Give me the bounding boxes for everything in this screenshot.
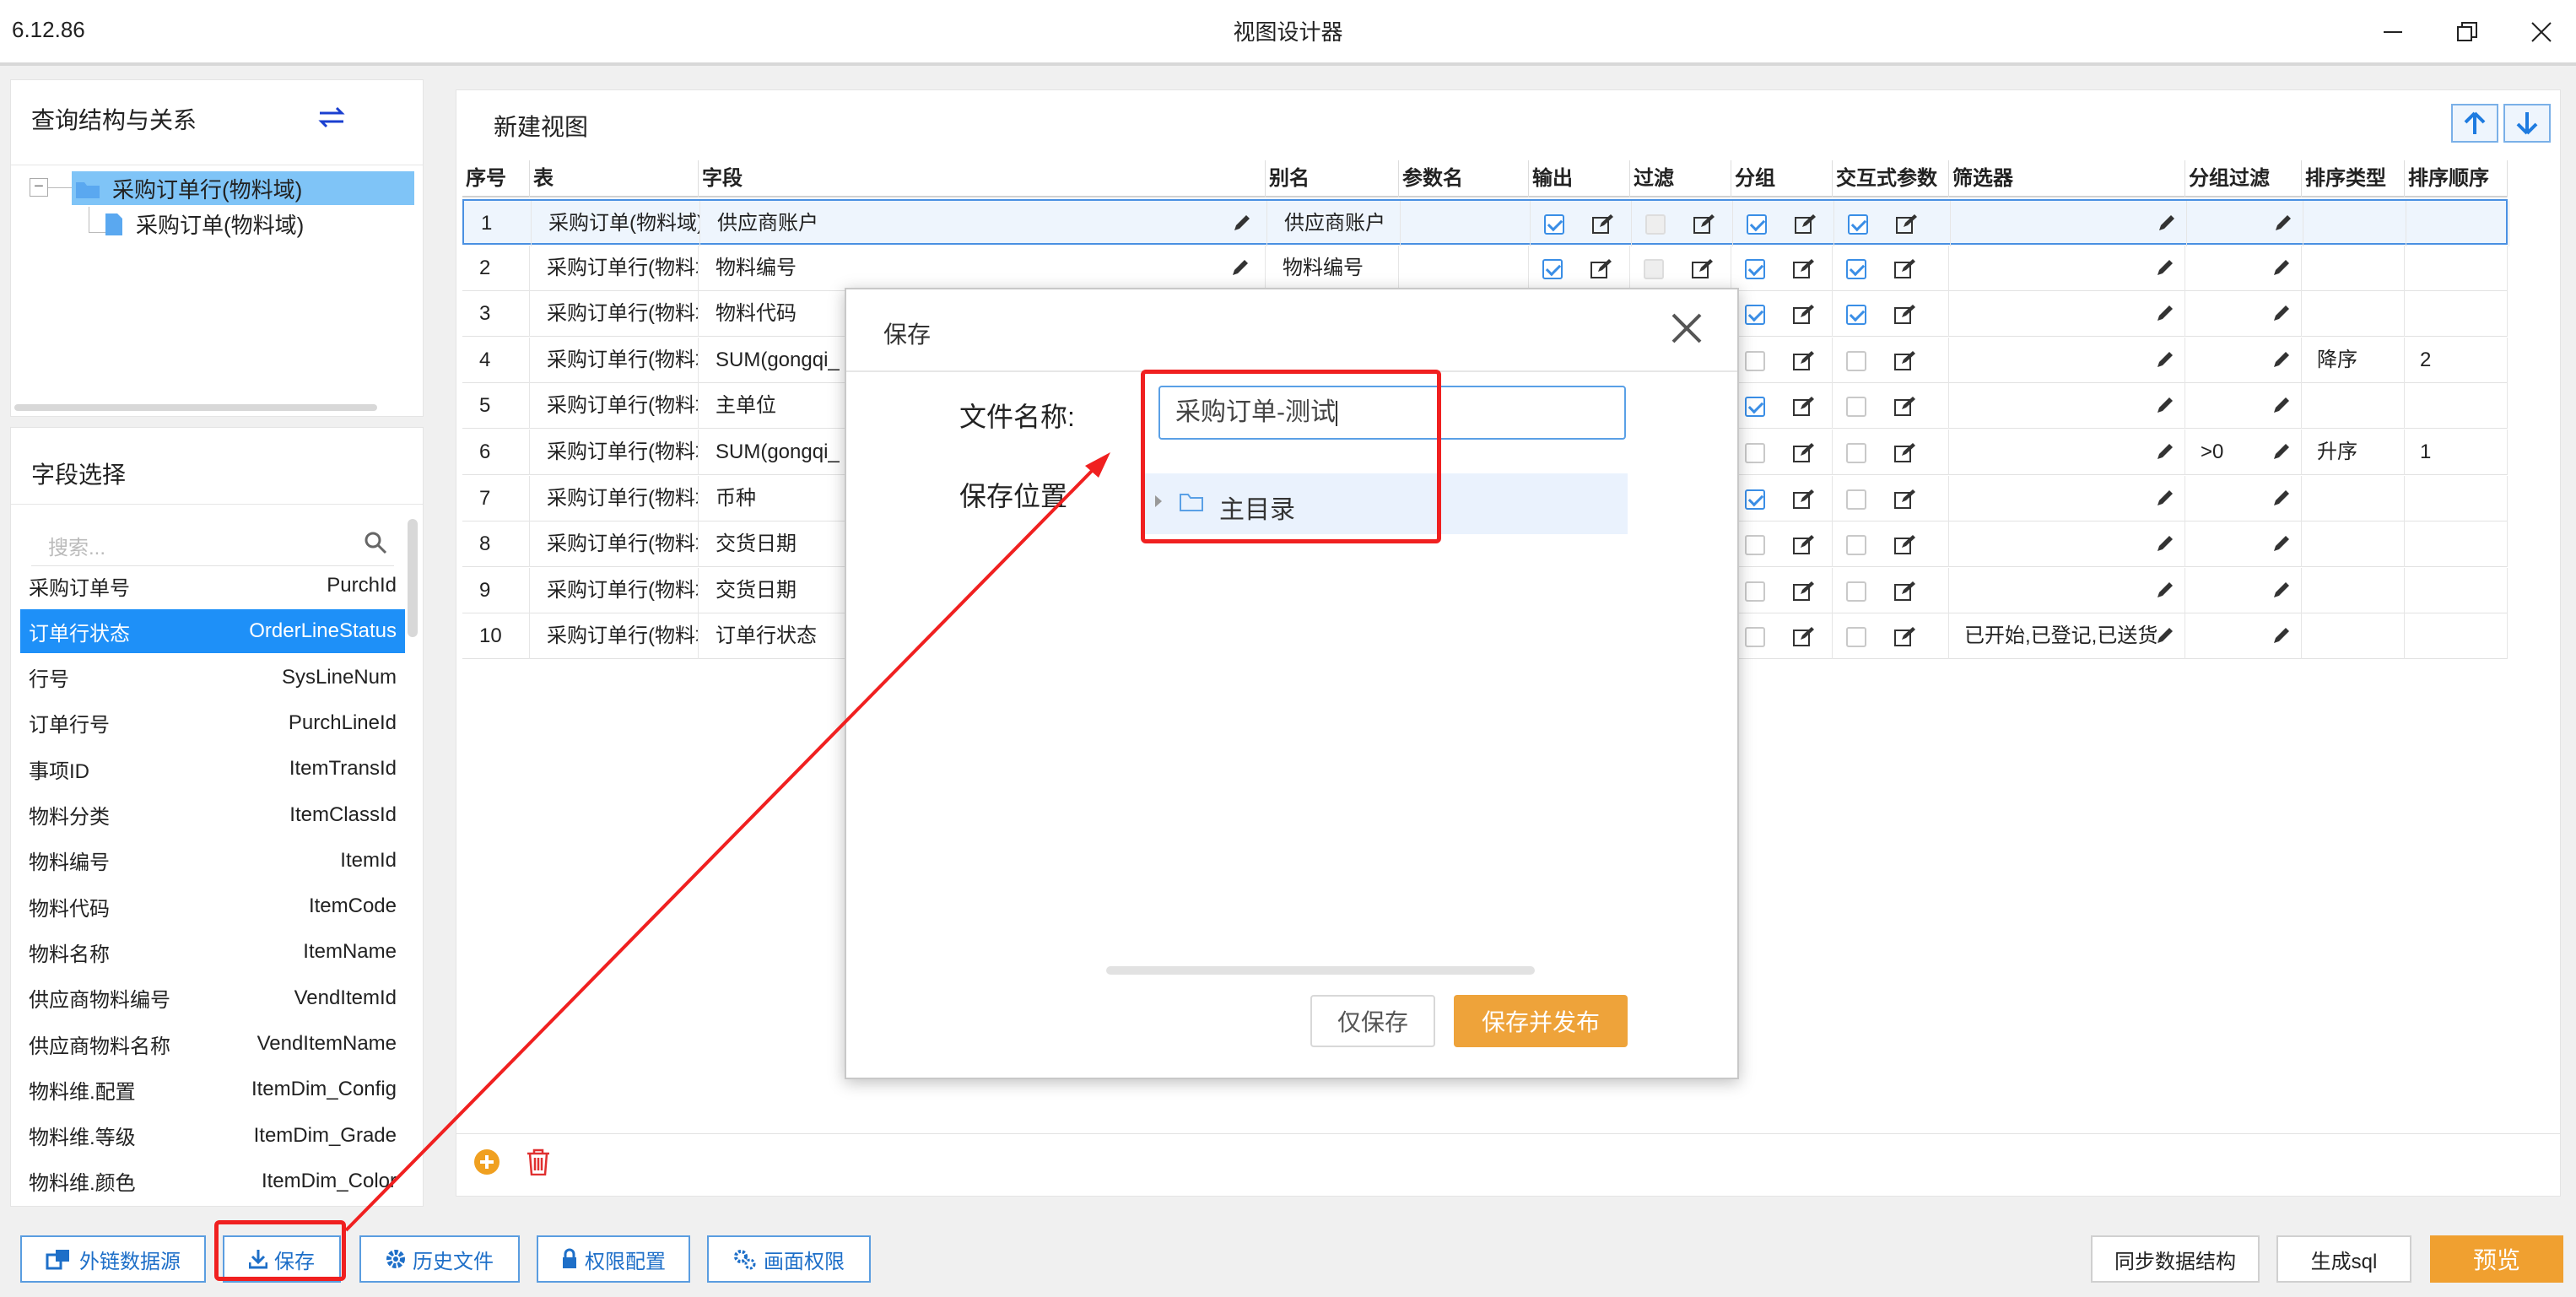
annotation-arrow xyxy=(344,452,1110,1232)
